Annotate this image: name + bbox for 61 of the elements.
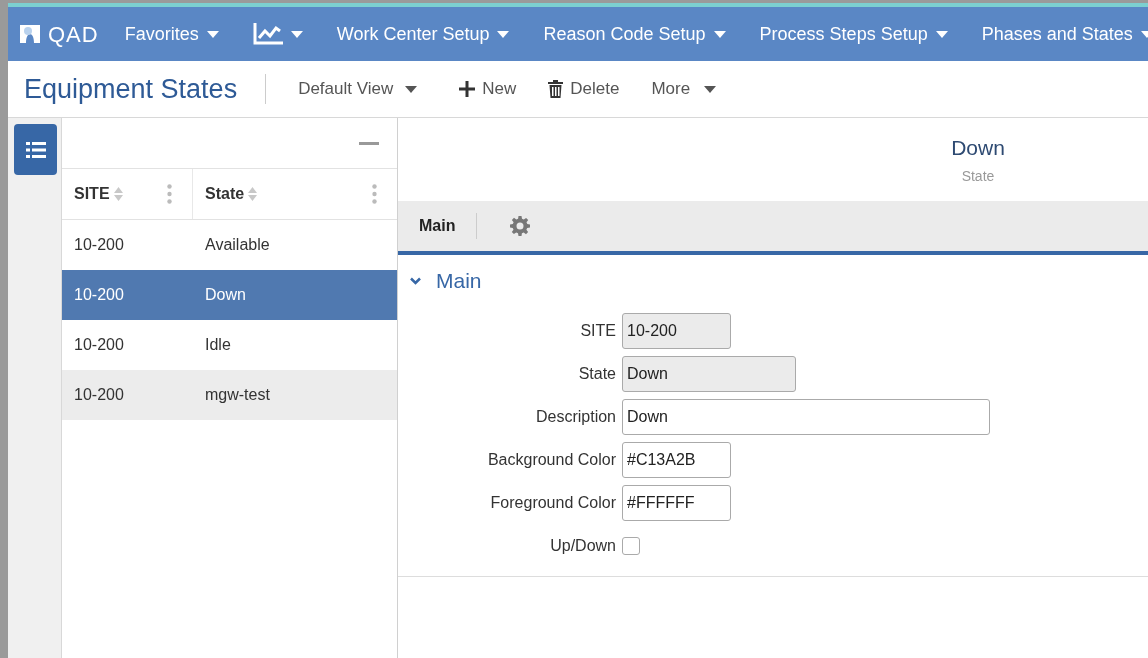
column-title: SITE <box>74 184 110 204</box>
input-field[interactable]: #FFFFFF <box>622 485 731 521</box>
more-dropdown[interactable]: More <box>651 76 717 102</box>
column-header[interactable]: SITE <box>62 169 193 219</box>
record-title: Down <box>951 135 1005 162</box>
field-label: Foreground Color <box>489 493 616 513</box>
delete-button[interactable]: Delete <box>548 76 620 102</box>
menu-button[interactable]: Work Center Setup <box>336 20 510 48</box>
column-header[interactable]: State <box>193 169 397 219</box>
trash-icon <box>548 80 564 98</box>
logo-icon <box>18 23 42 45</box>
table-cell-text: Idle <box>204 335 231 355</box>
sort-icon <box>113 187 123 201</box>
table-cell-text: 10-200 <box>73 385 125 405</box>
caret-icon <box>405 85 418 93</box>
tab[interactable]: Main <box>398 213 478 239</box>
sort-icon <box>248 187 258 201</box>
table-cell-text: Down <box>204 285 246 305</box>
plus-icon <box>459 81 476 97</box>
table-cell-text: 10-200 <box>73 235 125 255</box>
menu-button[interactable]: Favorites <box>124 20 219 48</box>
chevron-icon <box>410 277 421 285</box>
menu-button[interactable]: Process Steps Setup <box>759 20 948 48</box>
logo-text: QAD <box>48 20 99 49</box>
field-label: Up/Down <box>549 536 616 556</box>
field-label: Background Color <box>486 450 616 470</box>
menu-button[interactable]: Phases and States <box>981 20 1148 48</box>
chart-menu-button[interactable] <box>252 23 303 45</box>
field-label: State <box>577 364 616 384</box>
caret-icon <box>713 30 726 38</box>
table-cell-text: Available <box>204 235 270 255</box>
checkbox[interactable] <box>622 537 640 555</box>
list-icon <box>25 140 46 159</box>
column-menu-icon[interactable] <box>167 184 172 204</box>
field-label: Description <box>534 407 616 427</box>
chart-icon <box>252 23 283 45</box>
view-dropdown[interactable]: Default View <box>298 76 418 102</box>
field-label: SITE <box>579 321 616 341</box>
caret-icon <box>206 30 219 38</box>
caret-icon <box>1140 30 1148 38</box>
collapse-icon[interactable] <box>359 141 379 145</box>
table-row[interactable]: 10-200 Down <box>62 270 397 320</box>
table-cell-text: mgw-test <box>204 385 270 405</box>
caret-icon <box>497 30 510 38</box>
table-row[interactable]: 10-200 mgw-test <box>62 370 397 420</box>
table-cell-text: 10-200 <box>73 285 125 305</box>
column-menu-icon[interactable] <box>372 184 377 204</box>
page-title: Equipment States <box>8 74 267 104</box>
table-cell-text: 10-200 <box>73 335 125 355</box>
settings-icon[interactable] <box>510 216 531 236</box>
new-button[interactable]: New <box>459 76 517 102</box>
menu-button[interactable]: Reason Code Setup <box>543 20 726 48</box>
column-title: State <box>205 184 245 204</box>
list-view-button[interactable] <box>14 124 57 175</box>
caret-icon <box>935 30 948 38</box>
section-header[interactable]: Main <box>398 255 1148 307</box>
input-field[interactable]: Down <box>622 399 990 435</box>
record-subtitle: State <box>961 166 995 186</box>
input-field[interactable]: #C13A2B <box>622 442 731 478</box>
caret-icon <box>290 30 303 38</box>
caret-icon <box>704 85 717 93</box>
